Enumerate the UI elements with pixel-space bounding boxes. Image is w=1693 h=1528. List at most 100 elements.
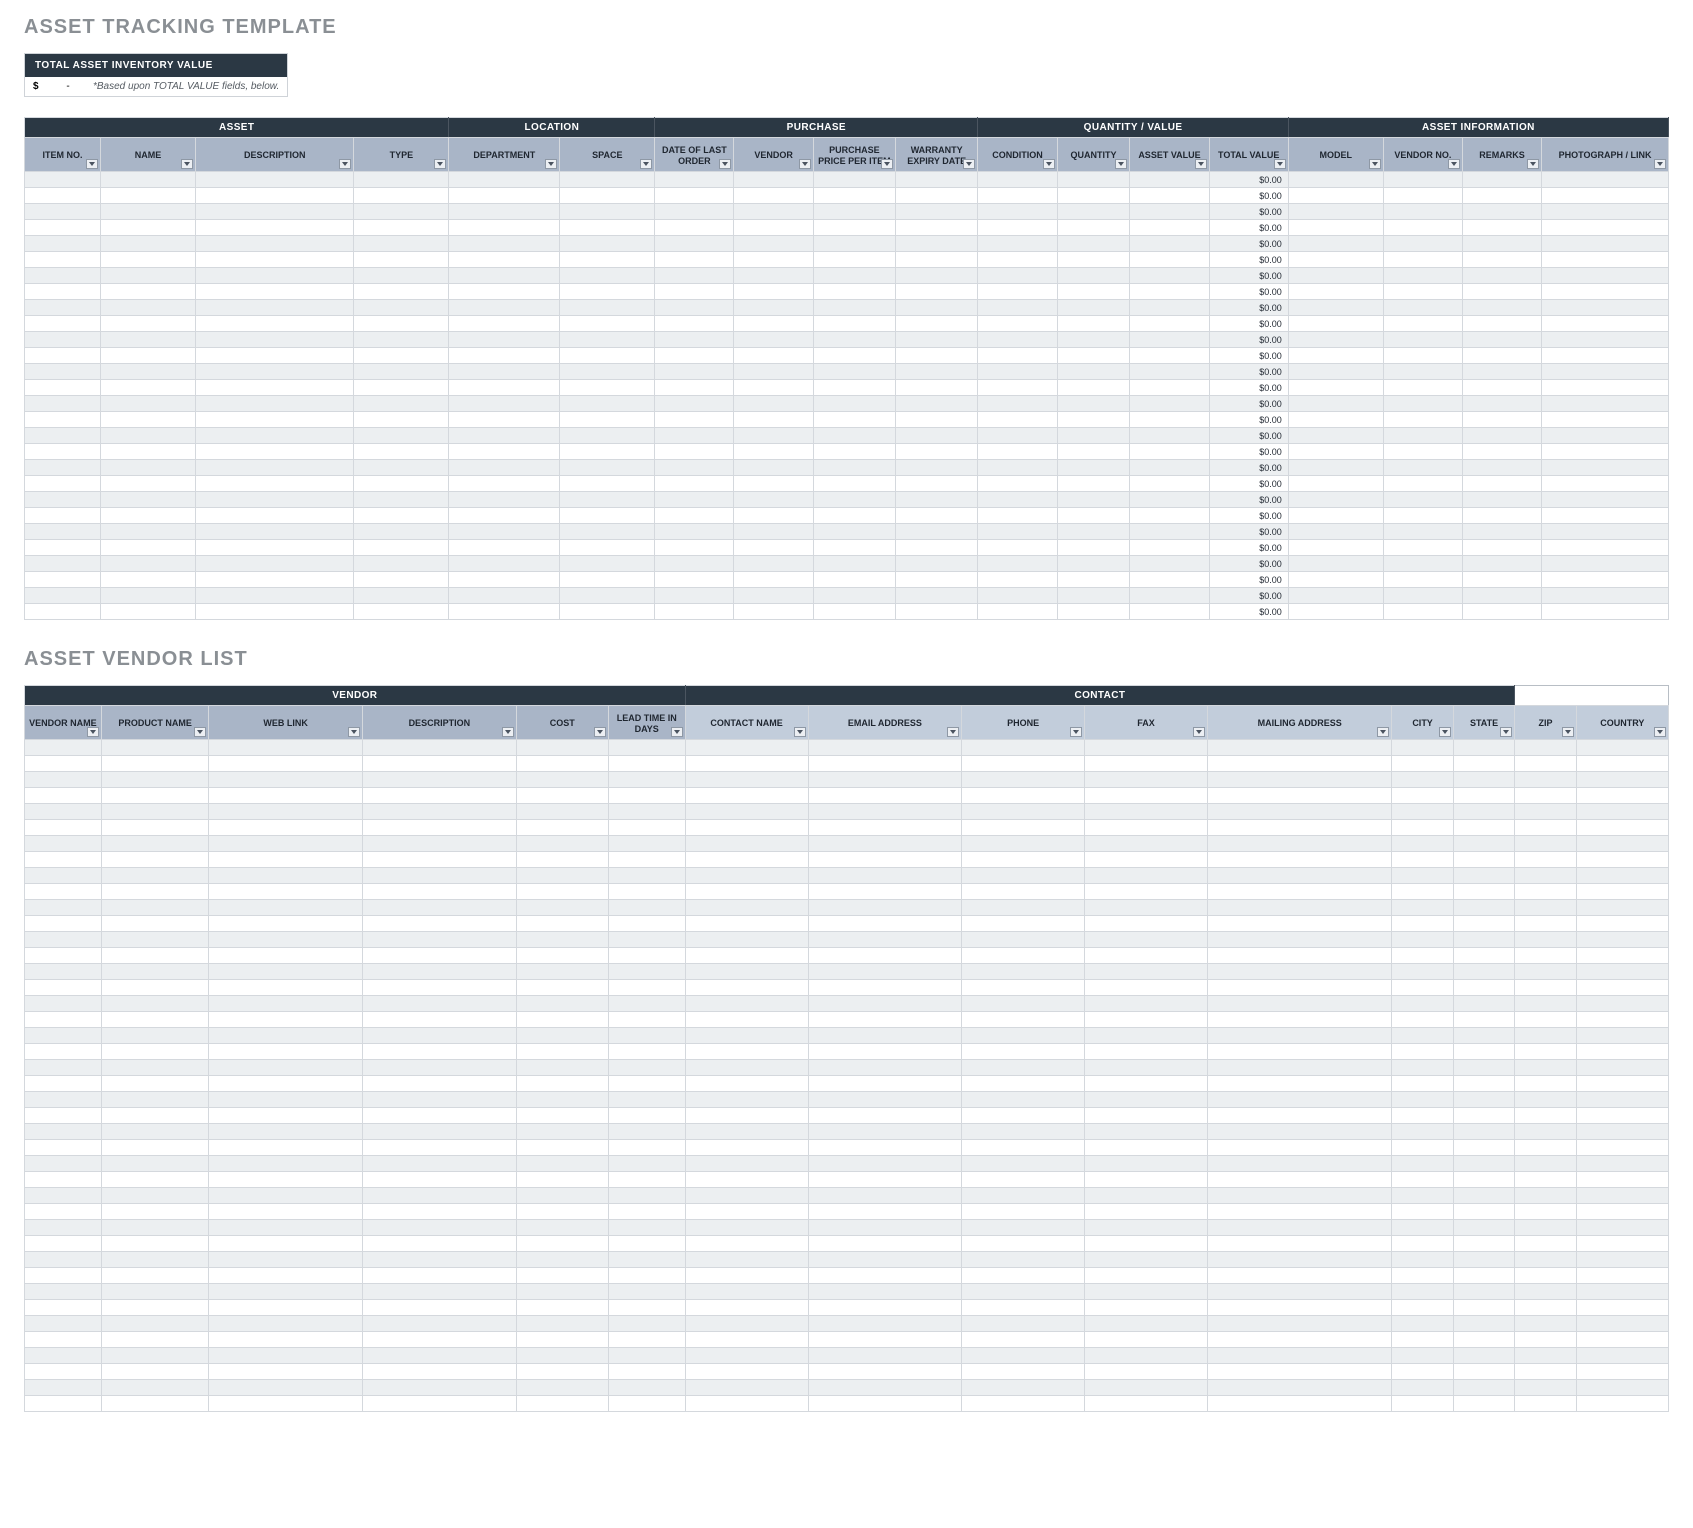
cell[interactable] — [685, 1396, 808, 1412]
cell[interactable] — [101, 284, 196, 300]
cell[interactable] — [1392, 932, 1453, 948]
cell[interactable] — [1542, 428, 1669, 444]
cell[interactable] — [1130, 236, 1209, 252]
cell[interactable] — [896, 492, 978, 508]
cell[interactable] — [608, 996, 685, 1012]
cell[interactable] — [1288, 220, 1383, 236]
column-header-state[interactable]: STATE — [1453, 706, 1514, 740]
cell[interactable] — [896, 524, 978, 540]
cell[interactable] — [978, 188, 1057, 204]
cell[interactable] — [25, 444, 101, 460]
cell[interactable] — [196, 524, 354, 540]
cell[interactable] — [808, 964, 962, 980]
cell[interactable] — [516, 996, 608, 1012]
cell[interactable] — [101, 252, 196, 268]
cell[interactable] — [1392, 964, 1453, 980]
cell[interactable] — [209, 788, 363, 804]
cell[interactable] — [25, 932, 102, 948]
cell[interactable] — [808, 1028, 962, 1044]
cell[interactable] — [813, 476, 895, 492]
cell[interactable] — [101, 932, 209, 948]
cell[interactable] — [354, 428, 449, 444]
cell[interactable] — [685, 932, 808, 948]
cell[interactable]: $0.00 — [1209, 284, 1288, 300]
table-row[interactable]: $0.00 — [25, 380, 1669, 396]
column-header-department[interactable]: DEPARTMENT — [449, 138, 560, 172]
cell[interactable] — [685, 1172, 808, 1188]
cell[interactable] — [354, 316, 449, 332]
cell[interactable] — [196, 172, 354, 188]
filter-dropdown-icon[interactable] — [434, 159, 446, 169]
cell[interactable] — [813, 508, 895, 524]
cell[interactable] — [516, 1172, 608, 1188]
cell[interactable] — [685, 1332, 808, 1348]
cell[interactable] — [685, 1140, 808, 1156]
cell[interactable] — [734, 236, 813, 252]
cell[interactable] — [1576, 1220, 1668, 1236]
cell[interactable] — [1453, 836, 1514, 852]
cell[interactable] — [560, 556, 655, 572]
cell[interactable] — [449, 508, 560, 524]
cell[interactable] — [962, 820, 1085, 836]
cell[interactable] — [608, 1172, 685, 1188]
cell[interactable] — [1576, 1348, 1668, 1364]
cell[interactable] — [196, 300, 354, 316]
cell[interactable] — [608, 948, 685, 964]
cell[interactable] — [1542, 508, 1669, 524]
cell[interactable] — [1515, 1124, 1576, 1140]
cell[interactable] — [1207, 916, 1391, 932]
cell[interactable] — [1453, 1044, 1514, 1060]
cell[interactable] — [101, 444, 196, 460]
cell[interactable] — [655, 252, 734, 268]
cell[interactable] — [608, 1284, 685, 1300]
cell[interactable] — [1057, 188, 1130, 204]
filter-dropdown-icon[interactable] — [194, 727, 206, 737]
filter-dropdown-icon[interactable] — [1274, 159, 1286, 169]
cell[interactable] — [560, 284, 655, 300]
cell[interactable] — [685, 852, 808, 868]
cell[interactable] — [1392, 788, 1453, 804]
table-row[interactable] — [25, 804, 1669, 820]
cell[interactable] — [196, 348, 354, 364]
cell[interactable] — [1576, 996, 1668, 1012]
cell[interactable] — [1515, 1332, 1576, 1348]
cell[interactable] — [1392, 1188, 1453, 1204]
table-row[interactable] — [25, 756, 1669, 772]
cell[interactable] — [101, 1156, 209, 1172]
cell[interactable] — [1288, 268, 1383, 284]
cell[interactable] — [1057, 316, 1130, 332]
cell[interactable] — [813, 300, 895, 316]
cell[interactable] — [1392, 996, 1453, 1012]
cell[interactable] — [1130, 348, 1209, 364]
cell[interactable] — [1576, 756, 1668, 772]
cell[interactable] — [363, 1012, 517, 1028]
cell[interactable] — [1207, 1220, 1391, 1236]
cell[interactable] — [1085, 836, 1208, 852]
cell[interactable] — [209, 996, 363, 1012]
cell[interactable] — [449, 572, 560, 588]
cell[interactable] — [1576, 1076, 1668, 1092]
cell[interactable] — [813, 252, 895, 268]
cell[interactable] — [896, 556, 978, 572]
cell[interactable] — [25, 1092, 102, 1108]
cell[interactable] — [516, 804, 608, 820]
cell[interactable] — [516, 1028, 608, 1044]
cell[interactable] — [1085, 1172, 1208, 1188]
cell[interactable] — [655, 236, 734, 252]
column-header-description[interactable]: DESCRIPTION — [363, 706, 517, 740]
cell[interactable] — [896, 220, 978, 236]
cell[interactable] — [978, 460, 1057, 476]
cell[interactable] — [1392, 1236, 1453, 1252]
cell[interactable] — [608, 1220, 685, 1236]
cell[interactable] — [685, 1220, 808, 1236]
cell[interactable] — [1383, 348, 1462, 364]
cell[interactable] — [608, 900, 685, 916]
cell[interactable] — [1392, 1012, 1453, 1028]
cell[interactable] — [1542, 284, 1669, 300]
cell[interactable] — [1515, 804, 1576, 820]
cell[interactable] — [363, 1108, 517, 1124]
cell[interactable] — [354, 188, 449, 204]
cell[interactable] — [1207, 1060, 1391, 1076]
cell[interactable] — [962, 980, 1085, 996]
cell[interactable] — [962, 1300, 1085, 1316]
